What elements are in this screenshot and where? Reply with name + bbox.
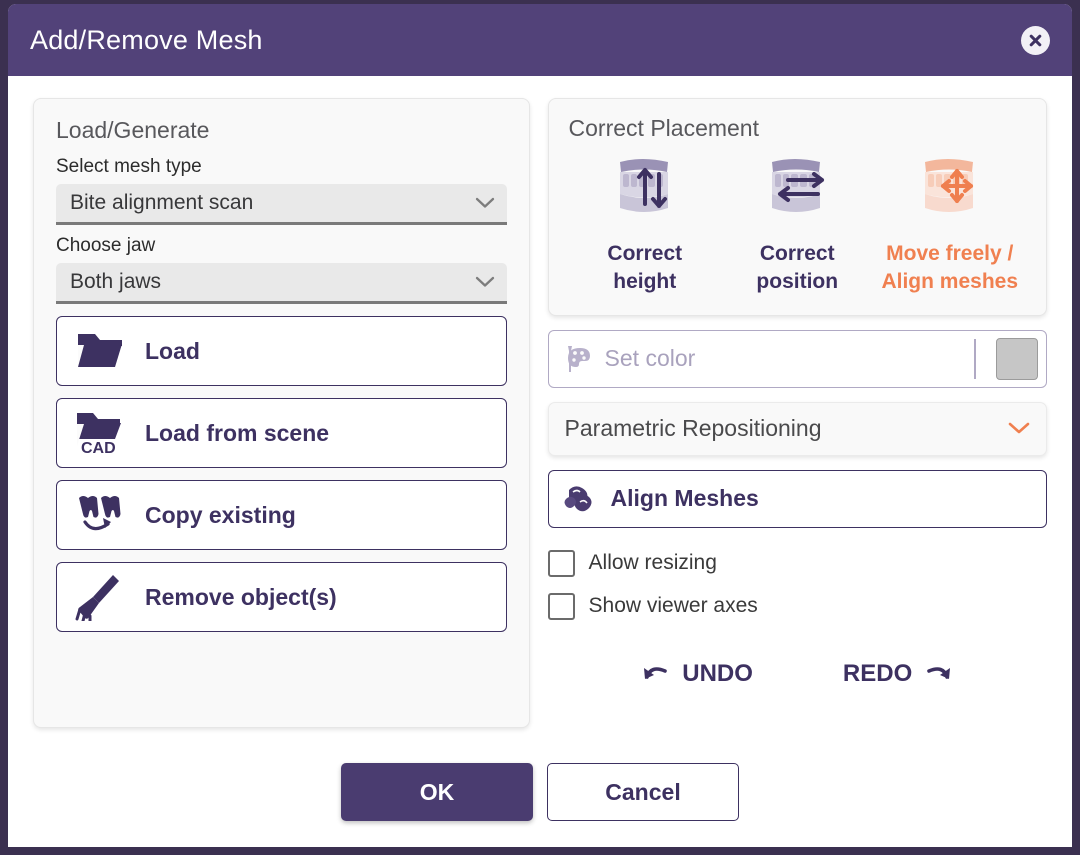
jaw-value: Both jaws bbox=[70, 270, 162, 293]
correct-placement-title: Correct Placement bbox=[568, 115, 759, 141]
remove-objects-button[interactable]: Remove object(s) bbox=[56, 562, 507, 632]
undo-arrow-icon bbox=[644, 666, 668, 679]
move-freely-label: Move freely / Align meshes bbox=[881, 242, 1019, 294]
show-viewer-axes-checkbox-row[interactable]: Show viewer axes bbox=[547, 592, 1047, 620]
dialog-title: Add/Remove Mesh bbox=[30, 24, 263, 55]
mesh-type-select[interactable]: Bite alignment scan bbox=[56, 184, 507, 225]
parametric-repositioning-dropdown[interactable]: Parametric Repositioning bbox=[547, 401, 1047, 456]
load-button-label: Load bbox=[145, 337, 200, 364]
load-from-scene-label: Load from scene bbox=[145, 419, 330, 446]
undo-button[interactable]: UNDO bbox=[642, 660, 753, 688]
redo-arrow-icon bbox=[927, 666, 951, 679]
chevron-down-icon bbox=[475, 276, 494, 287]
correct-placement-panel: Correct Placement Correct height Correct… bbox=[547, 98, 1047, 316]
align-meshes-icon bbox=[563, 483, 597, 515]
show-viewer-axes-checkbox[interactable] bbox=[547, 592, 575, 620]
dialog-window: Add/Remove Mesh Load/Generate Select mes… bbox=[8, 4, 1072, 847]
redo-button[interactable]: REDO bbox=[843, 660, 952, 688]
allow-resizing-checkbox-row[interactable]: Allow resizing bbox=[547, 549, 1047, 577]
chevron-down-icon bbox=[1008, 422, 1030, 434]
load-from-scene-button[interactable]: CAD Load from scene bbox=[56, 398, 507, 468]
copy-tooth-icon bbox=[73, 492, 129, 538]
align-meshes-label: Align Meshes bbox=[610, 485, 759, 512]
placement-options: Correct height Correct position Move fre… bbox=[569, 154, 1026, 297]
allow-resizing-checkbox[interactable] bbox=[547, 549, 575, 577]
right-column: Correct Placement Correct height Correct… bbox=[547, 98, 1047, 737]
svg-text:CAD: CAD bbox=[81, 440, 116, 456]
folder-open-icon bbox=[73, 330, 129, 372]
redo-label: REDO bbox=[842, 659, 913, 687]
move-freely-option[interactable]: Move freely / Align meshes bbox=[874, 154, 1026, 297]
undo-label: UNDO bbox=[682, 659, 753, 687]
correct-position-label: Correct position bbox=[756, 242, 839, 294]
palette-icon bbox=[567, 345, 590, 372]
dialog-body: Load/Generate Select mesh type Bite alig… bbox=[8, 76, 1072, 737]
chevron-down-icon bbox=[475, 197, 494, 208]
load-generate-panel: Load/Generate Select mesh type Bite alig… bbox=[33, 98, 530, 728]
dialog-footer: OK Cancel bbox=[8, 737, 1072, 847]
show-viewer-axes-label: Show viewer axes bbox=[588, 594, 758, 618]
close-button[interactable] bbox=[1021, 25, 1050, 55]
color-divider bbox=[974, 338, 976, 379]
jaw-horizontal-arrows-icon bbox=[772, 159, 825, 212]
dialog-titlebar: Add/Remove Mesh bbox=[8, 4, 1072, 76]
set-color-label: Set color bbox=[604, 345, 696, 372]
set-color-row[interactable]: Set color bbox=[547, 329, 1047, 388]
copy-existing-label: Copy existing bbox=[145, 501, 296, 528]
jaw-label: Choose jaw bbox=[56, 235, 156, 256]
folder-cad-icon: CAD bbox=[73, 410, 129, 456]
correct-height-option[interactable]: Correct height bbox=[569, 154, 721, 297]
copy-existing-button[interactable]: Copy existing bbox=[56, 480, 507, 550]
remove-objects-label: Remove object(s) bbox=[145, 583, 337, 610]
undo-redo-row: UNDO REDO bbox=[548, 660, 1047, 688]
allow-resizing-label: Allow resizing bbox=[588, 551, 717, 575]
load-button[interactable]: Load bbox=[56, 316, 507, 386]
load-generate-title: Load/Generate bbox=[56, 117, 210, 143]
jaw-move-arrows-icon bbox=[924, 159, 973, 212]
jaw-vertical-arrows-icon bbox=[619, 159, 668, 212]
cancel-button[interactable]: Cancel bbox=[547, 763, 739, 821]
align-meshes-button[interactable]: Align Meshes bbox=[547, 469, 1047, 528]
color-swatch[interactable] bbox=[996, 337, 1038, 380]
close-icon bbox=[1029, 34, 1042, 46]
mesh-type-value: Bite alignment scan bbox=[70, 191, 254, 214]
correct-height-label: Correct height bbox=[607, 242, 683, 294]
jaw-select[interactable]: Both jaws bbox=[56, 263, 507, 304]
broom-icon bbox=[73, 573, 129, 621]
mesh-type-label: Select mesh type bbox=[56, 156, 202, 177]
ok-button[interactable]: OK bbox=[341, 763, 533, 821]
parametric-repositioning-label: Parametric Repositioning bbox=[564, 415, 822, 442]
correct-position-option[interactable]: Correct position bbox=[721, 154, 873, 297]
